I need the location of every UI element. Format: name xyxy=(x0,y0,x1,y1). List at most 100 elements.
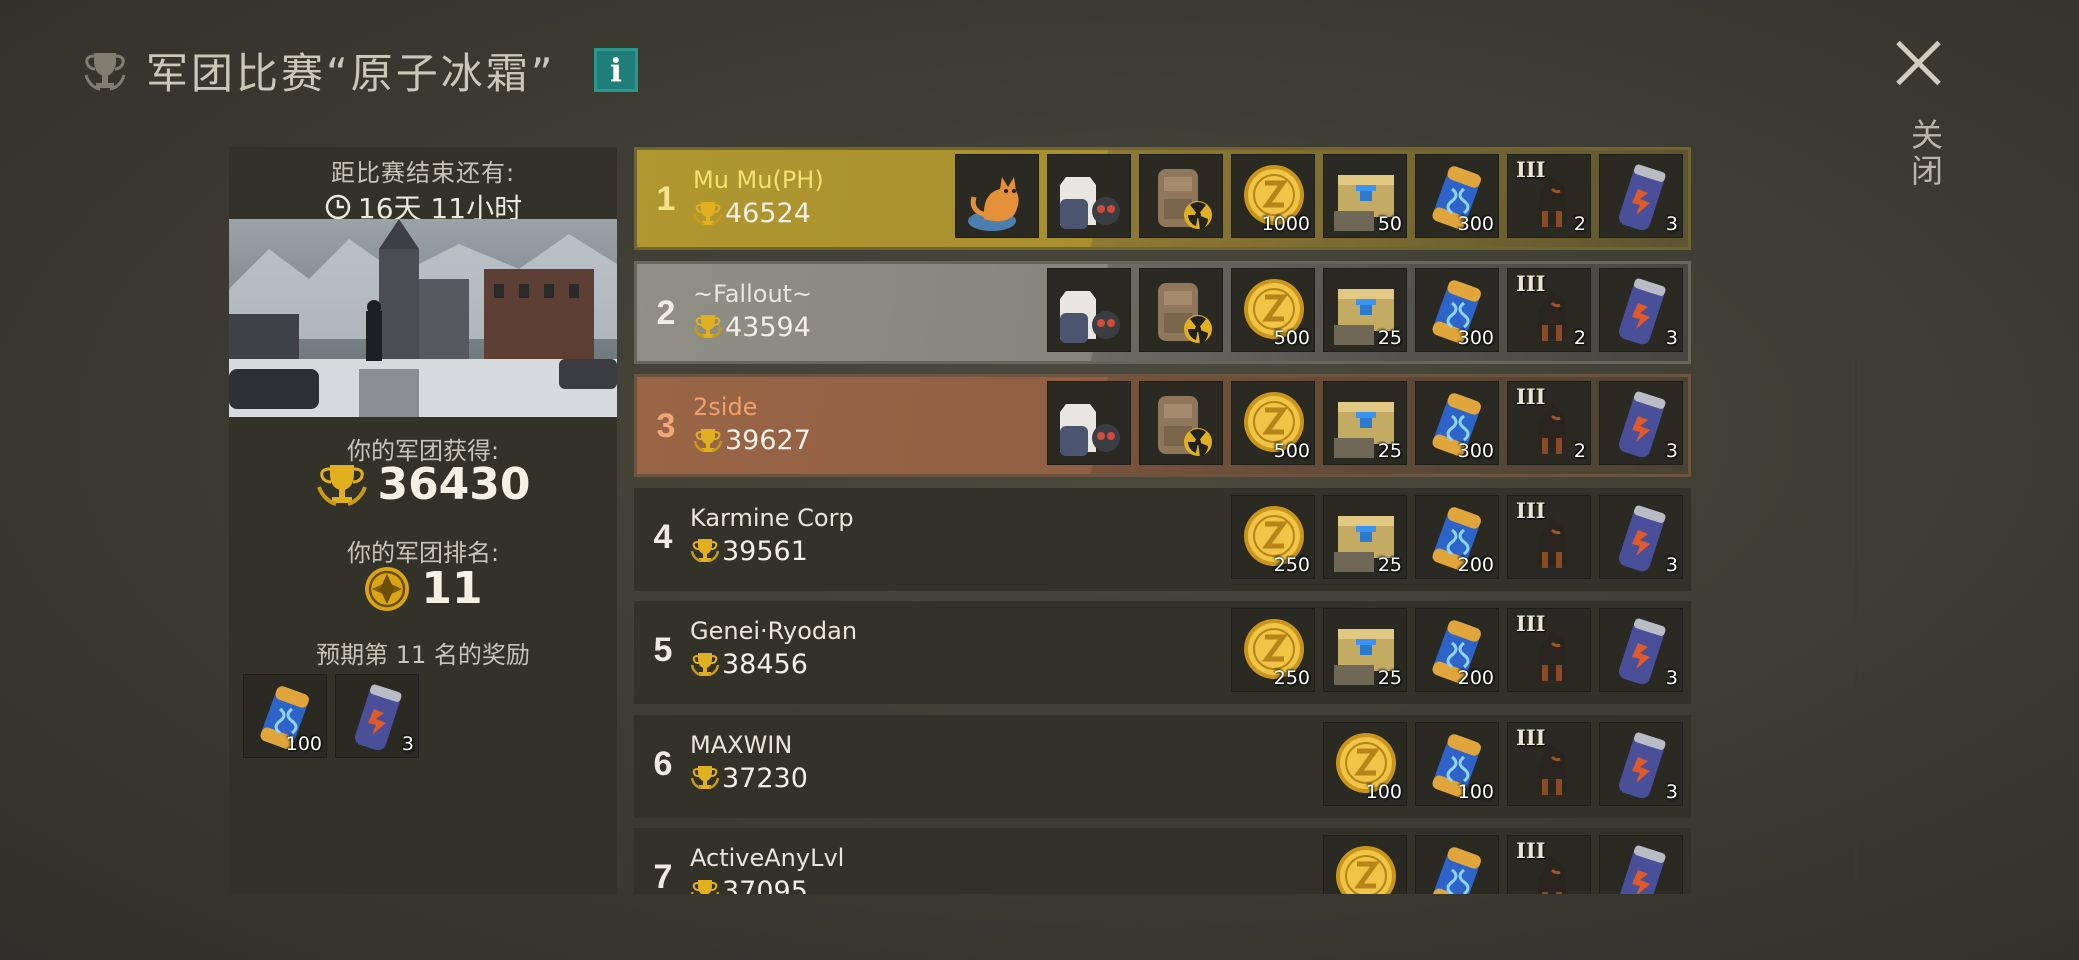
reward-quantity: 100 xyxy=(285,733,322,755)
leaderboard-row[interactable]: 2 ~Fallout~ 43594 500 25 300 III 2 3 xyxy=(634,260,1691,364)
leaderboard-row[interactable]: 3 2side 39627 500 25 300 III 2 3 xyxy=(634,374,1691,477)
dna-capsule-reward[interactable]: 300 xyxy=(1415,154,1499,238)
leaderboard-row[interactable]: 6 MAXWIN 37230 100 100 III 3 xyxy=(634,714,1691,818)
radiation-backpack-icon xyxy=(1158,282,1212,344)
trophy-icon xyxy=(693,201,723,225)
rank-number: 3 xyxy=(656,407,676,445)
tier-label: III xyxy=(1516,611,1546,636)
close-icon[interactable] xyxy=(1896,40,1942,86)
gold-coin-reward[interactable]: 500 xyxy=(1231,267,1315,352)
hazmat-outfit-reward[interactable] xyxy=(1047,381,1131,465)
energy-can-reward[interactable] xyxy=(1599,835,1683,894)
radiation-backpack-reward[interactable] xyxy=(1139,267,1223,352)
reward-quantity: 300 xyxy=(1457,326,1494,349)
dog-tier3-reward[interactable]: III 2 xyxy=(1507,154,1591,238)
reward-quantity: 500 xyxy=(1273,440,1310,462)
leaderboard-row[interactable]: 5 Genei·Ryodan 38456 250 25 200 III 3 xyxy=(634,601,1691,704)
reward-list: 250 25 200 III 3 xyxy=(1231,494,1683,579)
reward-quantity: 100 xyxy=(1457,780,1494,803)
close-button-label[interactable]: 关闭 xyxy=(1902,118,1948,190)
dna-capsule-reward[interactable]: 300 xyxy=(1415,381,1499,465)
trophy-icon xyxy=(690,766,720,790)
gold-coin-reward[interactable]: 250 xyxy=(1231,494,1315,579)
dog-tier3-reward[interactable]: III xyxy=(1507,608,1591,692)
reward-quantity: 25 xyxy=(1377,326,1402,349)
cat-pet-icon xyxy=(968,177,1019,231)
dna-capsule-reward[interactable]: 200 xyxy=(1415,608,1499,692)
dna-capsule-reward[interactable]: 100 xyxy=(1415,721,1499,806)
reward-quantity: 2 xyxy=(1573,440,1586,462)
dog-tier3-reward[interactable]: III xyxy=(1507,721,1591,806)
dog-tier3-reward[interactable]: III 2 xyxy=(1507,267,1591,352)
reward-quantity: 25 xyxy=(1377,667,1402,689)
supply-crate-reward[interactable]: 25 xyxy=(1323,381,1407,465)
rank-number: 1 xyxy=(656,180,676,218)
energy-can-reward[interactable]: 3 xyxy=(1599,494,1683,579)
radiation-backpack-reward[interactable] xyxy=(1139,381,1223,465)
page-title: 军团比赛“原子冰霜” xyxy=(146,48,556,98)
rank-number: 2 xyxy=(656,293,676,332)
reward-list: III xyxy=(1323,835,1683,894)
hazmat-outfit-reward[interactable] xyxy=(1047,154,1131,238)
legion-score: 46524 xyxy=(693,198,811,229)
energy-can-reward[interactable]: 3 xyxy=(1599,608,1683,692)
gold-coin-reward[interactable]: 500 xyxy=(1231,381,1315,465)
dog-tier3-reward[interactable]: III 2 xyxy=(1507,381,1591,465)
rank-number: 7 xyxy=(653,858,673,894)
dna-capsule-reward[interactable]: 100 xyxy=(243,674,327,758)
energy-can-icon xyxy=(1618,845,1666,894)
energy-can-reward[interactable]: 3 xyxy=(1599,381,1683,465)
supply-crate-reward[interactable]: 25 xyxy=(1323,608,1407,692)
trophy-icon xyxy=(690,652,720,676)
radiation-backpack-reward[interactable] xyxy=(1139,154,1223,238)
hazmat-outfit-reward[interactable] xyxy=(1047,267,1131,352)
reward-quantity: 50 xyxy=(1377,213,1402,235)
energy-can-reward[interactable]: 3 xyxy=(1599,721,1683,806)
leaderboard-row[interactable]: 7 ActiveAnyLvl 37095 III xyxy=(634,828,1691,894)
cat-pet-reward[interactable] xyxy=(955,154,1039,238)
reward-list: 1000 50 300 III 2 3 xyxy=(955,154,1683,238)
reward-quantity: 2 xyxy=(1573,326,1586,349)
gold-coin-reward[interactable] xyxy=(1323,835,1407,894)
reward-quantity: 500 xyxy=(1273,326,1310,349)
legion-score: 37230 xyxy=(690,763,808,794)
legion-name: ~Fallout~ xyxy=(693,279,813,308)
legion-score: 39561 xyxy=(690,536,808,567)
reward-quantity: 1000 xyxy=(1261,213,1310,235)
trophy-icon xyxy=(690,879,720,894)
dog-tier3-reward[interactable]: III xyxy=(1507,494,1591,579)
tier-label: III xyxy=(1516,270,1546,296)
gold-coin-reward[interactable]: 1000 xyxy=(1231,154,1315,238)
reward-quantity: 100 xyxy=(1365,780,1402,803)
legion-score-value: 39561 xyxy=(722,535,808,567)
reward-quantity: 200 xyxy=(1457,667,1494,689)
energy-can-reward[interactable]: 3 xyxy=(335,674,419,758)
legion-name: MAXWIN xyxy=(690,730,793,759)
energy-can-reward[interactable]: 3 xyxy=(1599,154,1683,238)
legion-name: Mu Mu(PH) xyxy=(693,166,824,194)
gold-coin-reward[interactable]: 250 xyxy=(1231,608,1315,692)
reward-quantity: 25 xyxy=(1377,553,1402,576)
dog-tier3-reward[interactable]: III xyxy=(1507,835,1591,894)
rank-medal-icon xyxy=(365,566,410,611)
supply-crate-reward[interactable]: 25 xyxy=(1323,267,1407,352)
leaderboard-list[interactable]: 1 Mu Mu(PH) 46524 1000 50 300 III 2 3 2 ~Fallout~ 4… xyxy=(634,147,1691,894)
dna-capsule-reward[interactable] xyxy=(1415,835,1499,894)
points-earned-value: 36430 xyxy=(377,459,531,510)
reward-list: 500 25 300 III 2 3 xyxy=(1047,381,1683,465)
leaderboard-row[interactable]: 4 Karmine Corp 39561 250 25 200 III 3 xyxy=(634,487,1691,591)
legion-score-value: 43594 xyxy=(725,311,811,343)
radiation-backpack-icon xyxy=(1158,169,1212,230)
energy-can-reward[interactable]: 3 xyxy=(1599,267,1683,352)
reward-quantity: 250 xyxy=(1273,667,1310,689)
info-button[interactable]: i xyxy=(594,48,638,92)
gold-coin-reward[interactable]: 100 xyxy=(1323,721,1407,806)
supply-crate-reward[interactable]: 50 xyxy=(1323,154,1407,238)
legion-score-value: 39627 xyxy=(725,425,811,456)
tier-label: III xyxy=(1516,724,1546,750)
supply-crate-reward[interactable]: 25 xyxy=(1323,494,1407,579)
leaderboard-row[interactable]: 1 Mu Mu(PH) 46524 1000 50 300 III 2 3 xyxy=(634,147,1691,250)
dna-capsule-reward[interactable]: 300 xyxy=(1415,267,1499,352)
dna-capsule-reward[interactable]: 200 xyxy=(1415,494,1499,579)
hazmat-outfit-icon xyxy=(1060,404,1120,456)
